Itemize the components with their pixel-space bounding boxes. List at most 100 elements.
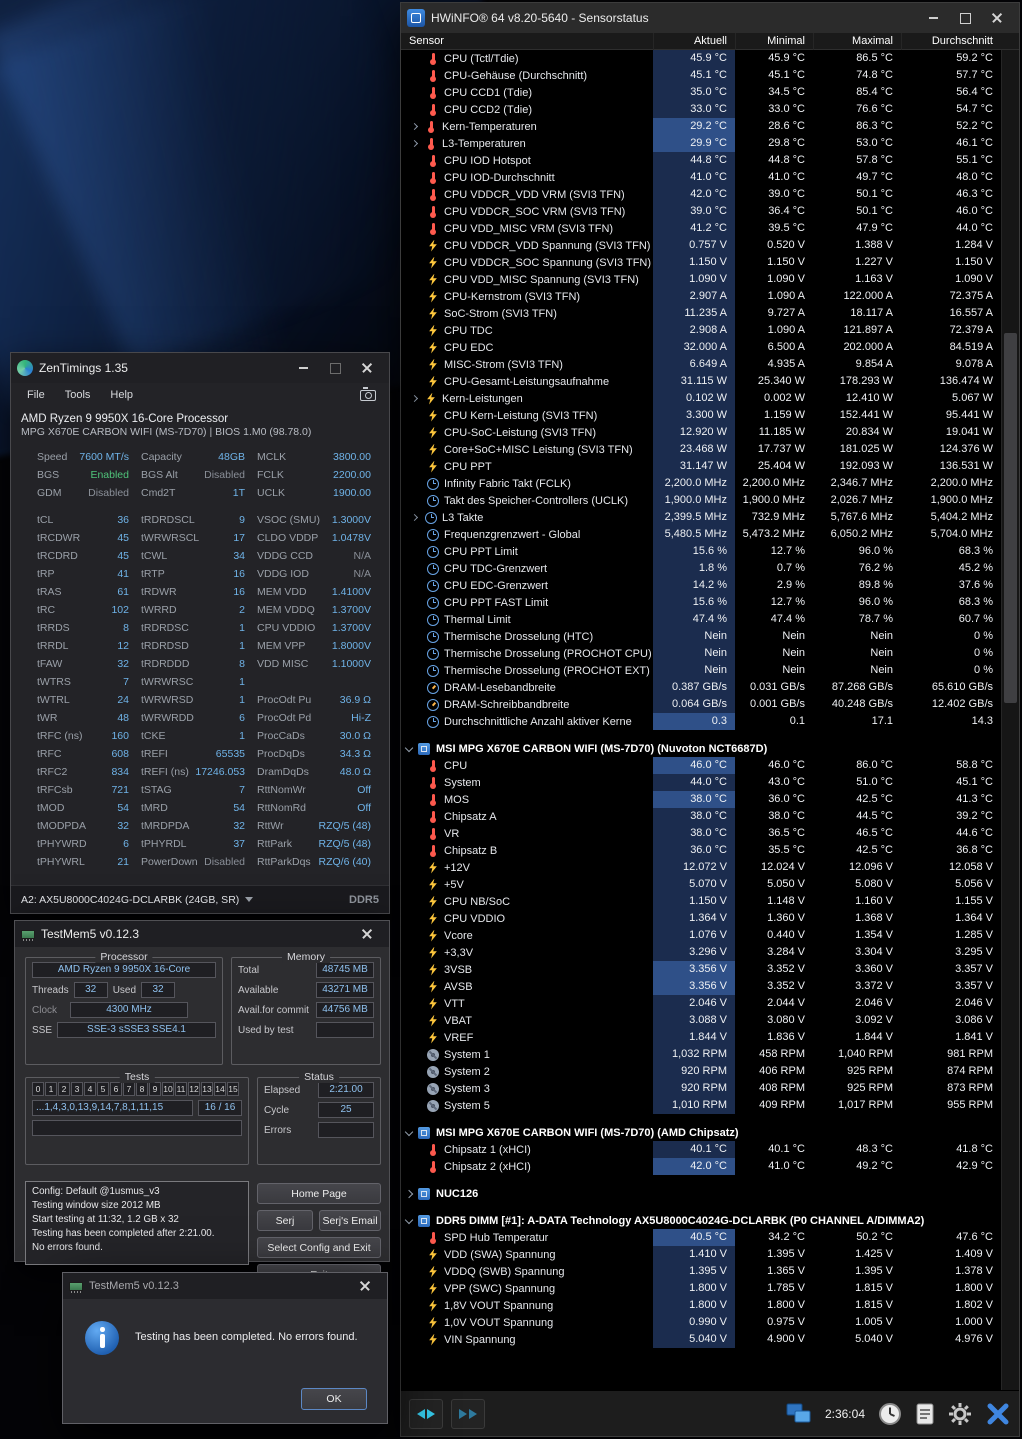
navigate-arrows-button[interactable] [409, 1398, 443, 1429]
test-digit[interactable]: 9 [149, 1082, 161, 1096]
test-digit[interactable]: 0 [32, 1082, 44, 1096]
sensor-row[interactable]: CPU IOD-Durchschnitt 41.0 °C 41.0 °C 49.7 °… [401, 169, 1001, 186]
sensor-row[interactable]: Kern-Temperaturen 29.2 °C 28.6 °C 86.3 °C 52… [401, 118, 1001, 135]
close-button[interactable] [351, 923, 383, 945]
menu-help[interactable]: Help [102, 387, 141, 403]
sensor-row[interactable]: CPU CCD1 (Tdie) 35.0 °C 34.5 °C 85.4 °C 56.4… [401, 84, 1001, 101]
sensor-row[interactable]: System 3 920 RPM 408 RPM 925 RPM 873 RPM [401, 1080, 1001, 1097]
testmem5-titlebar[interactable]: TestMem5 v0.12.3 [15, 921, 389, 947]
sensor-row[interactable]: MOS 38.0 °C 36.0 °C 42.5 °C 41.3 °C [401, 791, 1001, 808]
test-digit[interactable]: 12 [188, 1082, 200, 1096]
dialog-titlebar[interactable]: TestMem5 v0.12.3 [63, 1273, 387, 1299]
sensor-row[interactable]: CPU PPT FAST Limit 15.6 % 12.7 % 96.0 % 68.3… [401, 594, 1001, 611]
close-button[interactable] [981, 7, 1013, 29]
sensor-section[interactable]: DDR5 DIMM [#1]: A-DATA Technology AX5U80… [401, 1212, 1001, 1229]
sensor-row[interactable]: 3VSB 3.356 V 3.352 V 3.360 V 3.357 V [401, 961, 1001, 978]
sensor-row[interactable]: L3 Takte 2,399.5 MHz 732.9 MHz 5,767.6 MHz 5… [401, 509, 1001, 526]
sensor-row[interactable]: DRAM-Lesebandbreite 0.387 GB/s 0.031 GB/s 8… [401, 679, 1001, 696]
column-minimal[interactable]: Minimal [735, 32, 813, 50]
sensor-row[interactable]: VTT 2.046 V 2.044 V 2.046 V 2.046 V [401, 995, 1001, 1012]
sensor-row[interactable]: Thermal Limit 47.4 % 47.4 % 78.7 % 60.7 % [401, 611, 1001, 628]
sensor-row[interactable]: +12V 12.072 V 12.024 V 12.096 V 12.058 V [401, 859, 1001, 876]
home-page-button[interactable]: Home Page [257, 1183, 381, 1204]
expand-chevron-icon[interactable] [410, 139, 419, 148]
sensor-row[interactable]: CPU VDD_MISC Spannung (SVI3 TFN) 1.090 V 1… [401, 271, 1001, 288]
sensor-row[interactable]: CPU PPT 31.147 W 25.404 W 192.093 W 136.531 … [401, 458, 1001, 475]
expand-chevron-icon[interactable] [410, 122, 419, 131]
test-digit[interactable]: 13 [201, 1082, 213, 1096]
scrollbar-thumb[interactable] [1004, 333, 1017, 703]
sensor-row[interactable]: Kern-Leistungen 0.102 W 0.002 W 12.410 W 5.0… [401, 390, 1001, 407]
test-digit[interactable]: 1 [45, 1082, 57, 1096]
sensor-row[interactable]: SPD Hub Temperatur 40.5 °C 34.2 °C 50.2 °C 4… [401, 1229, 1001, 1246]
sensor-row[interactable]: CPU-SoC-Leistung (SVI3 TFN) 12.920 W 11.18… [401, 424, 1001, 441]
sensor-row[interactable]: CPU VDDCR_VDD VRM (SVI3 TFN) 42.0 °C 39.0 … [401, 186, 1001, 203]
sensor-row[interactable]: CPU PPT Limit 15.6 % 12.7 % 96.0 % 68.3 % [401, 543, 1001, 560]
menu-tools[interactable]: Tools [57, 387, 99, 403]
column-durchschnitt[interactable]: Durchschnitt [901, 32, 1001, 50]
minimize-button[interactable] [917, 7, 949, 29]
column-maximal[interactable]: Maximal [813, 32, 901, 50]
screenshot-button[interactable] [355, 386, 381, 404]
test-digit[interactable]: 5 [97, 1082, 109, 1096]
section-chevron-icon[interactable] [404, 1127, 414, 1136]
vertical-scrollbar[interactable] [1001, 50, 1019, 1390]
sensor-row[interactable]: VDDQ (SWB) Spannung 1.395 V 1.365 V 1.395 V… [401, 1263, 1001, 1280]
sensor-row[interactable]: CPU (Tctl/Tdie) 45.9 °C 45.9 °C 86.5 °C 59.2… [401, 50, 1001, 67]
sensor-row[interactable]: System 5 1,010 RPM 409 RPM 1,017 RPM 955 RPM [401, 1097, 1001, 1114]
sensor-row[interactable]: CPU VDDIO 1.364 V 1.360 V 1.368 V 1.364 V [401, 910, 1001, 927]
minimize-button[interactable] [287, 357, 319, 379]
test-digit[interactable]: 10 [162, 1082, 174, 1096]
fast-forward-button[interactable] [451, 1398, 485, 1429]
column-aktuell[interactable]: Aktuell [653, 32, 735, 50]
expand-chevron-icon[interactable] [410, 513, 419, 522]
zentimings-titlebar[interactable]: ZenTimings 1.35 [11, 353, 389, 383]
sensor-row[interactable]: System 44.0 °C 43.0 °C 51.0 °C 45.1 °C [401, 774, 1001, 791]
sensor-row[interactable]: Chipsatz A 38.0 °C 38.0 °C 44.5 °C 39.2 °C [401, 808, 1001, 825]
sensor-row[interactable]: VDD (SWA) Spannung 1.410 V 1.395 V 1.425 V 1… [401, 1246, 1001, 1263]
ram-slot-dropdown[interactable]: A2: AX5U8000C4024G-DCLARBK (24GB, SR) [21, 894, 239, 906]
settings-gear-button[interactable] [948, 1402, 972, 1426]
sensor-section[interactable]: NUC126 [401, 1185, 1001, 1202]
sensor-row[interactable]: CPU IOD Hotspot 44.8 °C 44.8 °C 57.8 °C 55.1… [401, 152, 1001, 169]
sensor-row[interactable]: CPU EDC 32.000 A 6.500 A 202.000 A 84.519 A [401, 339, 1001, 356]
sensor-row[interactable]: CPU VDDCR_SOC VRM (SVI3 TFN) 39.0 °C 36.4 … [401, 203, 1001, 220]
test-digit[interactable]: 8 [136, 1082, 148, 1096]
sensor-row[interactable]: Infinity Fabric Takt (FCLK) 2,200.0 MHz 2,… [401, 475, 1001, 492]
close-button[interactable] [351, 357, 383, 379]
sensor-row[interactable]: CPU Kern-Leistung (SVI3 TFN) 3.300 W 1.159… [401, 407, 1001, 424]
exit-button[interactable] [985, 1401, 1011, 1427]
sensor-row[interactable]: CPU TDC-Grenzwert 1.8 % 0.7 % 76.2 % 45.2 % [401, 560, 1001, 577]
sensor-row[interactable]: Chipsatz 2 (xHCI) 42.0 °C 41.0 °C 49.2 °C 42… [401, 1158, 1001, 1175]
sensor-row[interactable]: Vcore 1.076 V 0.440 V 1.354 V 1.285 V [401, 927, 1001, 944]
sensor-row[interactable]: CPU NB/SoC 1.150 V 1.148 V 1.160 V 1.155 V [401, 893, 1001, 910]
sensor-row[interactable]: Chipsatz B 36.0 °C 35.5 °C 42.5 °C 36.8 °C [401, 842, 1001, 859]
sensor-row[interactable]: System 2 920 RPM 406 RPM 925 RPM 874 RPM [401, 1063, 1001, 1080]
sensor-row[interactable]: CPU 46.0 °C 46.0 °C 86.0 °C 58.8 °C [401, 757, 1001, 774]
menu-file[interactable]: File [19, 387, 53, 403]
sensor-row[interactable]: Thermische Drosselung (PROCHOT CPU) Nein N… [401, 645, 1001, 662]
sensor-row[interactable]: VIN Spannung 5.040 V 4.900 V 5.040 V 4.976 V [401, 1331, 1001, 1348]
sensor-row[interactable]: Core+SoC+MISC Leistung (SVI3 TFN) 23.468 … [401, 441, 1001, 458]
test-digit[interactable]: 15 [227, 1082, 239, 1096]
sensor-row[interactable]: +3,3V 3.296 V 3.284 V 3.304 V 3.295 V [401, 944, 1001, 961]
sensor-section[interactable]: MSI MPG X670E CARBON WIFI (MS-7D70) (AMD… [401, 1124, 1001, 1141]
column-sensor[interactable]: Sensor [401, 35, 653, 47]
test-digit[interactable]: 7 [123, 1082, 135, 1096]
sensor-row[interactable]: VPP (SWC) Spannung 1.800 V 1.785 V 1.815 V 1… [401, 1280, 1001, 1297]
sensor-row[interactable]: Durchschnittliche Anzahl aktiver Kerne 0.… [401, 713, 1001, 730]
sensor-row[interactable]: SoC-Strom (SVI3 TFN) 11.235 A 9.727 A 18.11… [401, 305, 1001, 322]
sensor-section[interactable]: MSI MPG X670E CARBON WIFI (MS-7D70) (Nuv… [401, 740, 1001, 757]
sensor-row[interactable]: CPU-Gehäuse (Durchschnitt) 45.1 °C 45.1 °C… [401, 67, 1001, 84]
sensor-row[interactable]: Takt des Speicher-Controllers (UCLK) 1,90… [401, 492, 1001, 509]
clock-button[interactable] [878, 1402, 902, 1426]
test-digit[interactable]: 14 [214, 1082, 226, 1096]
section-chevron-icon[interactable] [404, 1189, 414, 1198]
sensor-row[interactable]: Frequenzgrenzwert - Global 5,480.5 MHz 5,4… [401, 526, 1001, 543]
test-digit[interactable]: 2 [58, 1082, 70, 1096]
sensor-row[interactable]: MISC-Strom (SVI3 TFN) 6.649 A 4.935 A 9.854… [401, 356, 1001, 373]
section-chevron-icon[interactable] [404, 1215, 414, 1224]
sensor-row[interactable]: CPU VDDCR_VDD Spannung (SVI3 TFN) 0.757 V… [401, 237, 1001, 254]
sensor-row[interactable]: CPU EDC-Grenzwert 14.2 % 2.9 % 89.8 % 37.6 % [401, 577, 1001, 594]
sensor-row[interactable]: L3-Temperaturen 29.9 °C 29.8 °C 53.0 °C 46.1… [401, 135, 1001, 152]
